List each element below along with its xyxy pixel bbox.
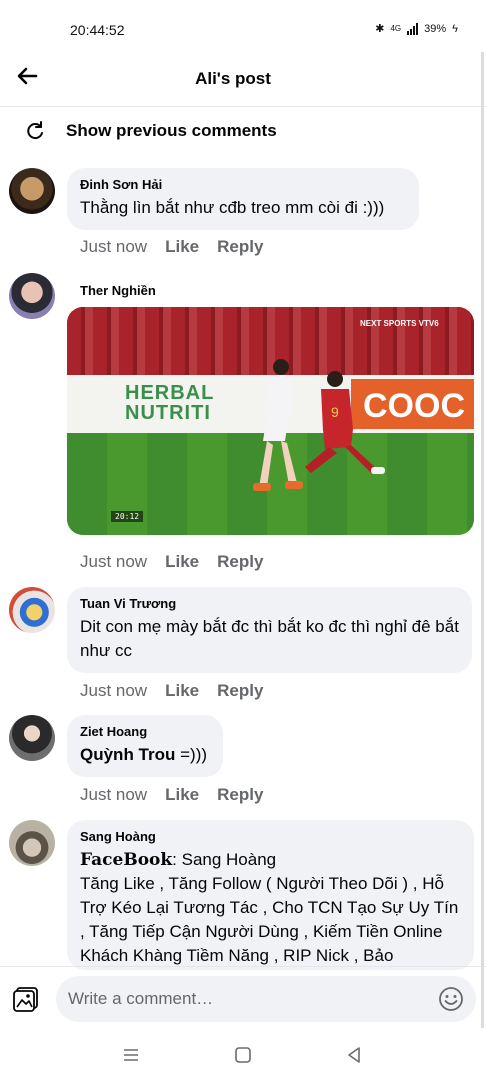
comment-time: Just now: [80, 785, 148, 804]
mentioned-name[interactable]: Quỳnh Trou: [80, 745, 175, 764]
svg-text:9: 9: [331, 404, 339, 420]
comment-actions: Just now Like Reply: [80, 552, 263, 572]
reply-button[interactable]: Reply: [217, 237, 263, 257]
like-button[interactable]: Like: [165, 681, 199, 701]
like-button[interactable]: Like: [165, 552, 199, 572]
avatar[interactable]: [9, 820, 55, 866]
scrollbar[interactable]: [481, 52, 484, 1028]
player-red-icon: 9: [305, 371, 385, 474]
photo-icon[interactable]: [12, 985, 40, 1013]
composer-divider: [0, 966, 486, 967]
video-timestamp: 20:12: [111, 511, 144, 522]
board-text: HERBAL NUTRITI: [125, 382, 215, 424]
show-previous-comments-button[interactable]: Show previous comments: [24, 120, 277, 142]
page-title: Ali's post: [195, 69, 271, 88]
avatar[interactable]: [9, 715, 55, 761]
broadcaster-logo: NEXT SPORTS VTV6: [360, 319, 439, 328]
comment-text: Dit con mẹ mày bắt đc thì bắt ko đc thì …: [80, 617, 459, 660]
comment-text: Quỳnh Trou =))): [80, 745, 208, 764]
comment-author[interactable]: Ziet Hoang: [80, 724, 210, 740]
network-type: 4G: [390, 24, 402, 33]
comment-bubble[interactable]: Đinh Sơn Hải Thằng lìn bắt như cđb treo …: [67, 168, 419, 230]
back-nav-icon[interactable]: [343, 1044, 365, 1066]
comment-author[interactable]: Ther Nghiền: [80, 283, 156, 299]
bluetooth-icon: ✱: [375, 23, 385, 35]
comment-bubble[interactable]: Tuan Vi Trương Dit con mẹ mày bắt đc thì…: [67, 587, 472, 673]
comment-bubble[interactable]: Sang Hoàng FaceBook: Sang Hoàng Tăng Like…: [67, 820, 474, 970]
comment-actions: Just now Like Reply: [80, 237, 263, 257]
show-previous-comments-label: Show previous comments: [66, 121, 277, 140]
comment-time: Just now: [80, 552, 148, 571]
comment-text: FaceBook: Sang Hoàng Tăng Like , Tăng Fol…: [80, 850, 459, 965]
comment-author[interactable]: Tuan Vi Trương: [80, 596, 459, 612]
reply-button[interactable]: Reply: [217, 785, 263, 805]
refresh-icon: [27, 121, 43, 140]
emoji-icon[interactable]: [438, 986, 464, 1012]
comment-author[interactable]: Đinh Sơn Hải: [80, 177, 406, 193]
reply-button[interactable]: Reply: [217, 552, 263, 572]
comment-actions: Just now Like Reply: [80, 681, 263, 701]
avatar[interactable]: [9, 168, 55, 214]
like-button[interactable]: Like: [165, 785, 199, 805]
player-white-icon: [253, 359, 303, 491]
comment-input[interactable]: Write a comment…: [56, 976, 476, 1022]
like-button[interactable]: Like: [165, 237, 199, 257]
signal-icon: [407, 22, 419, 35]
reply-button[interactable]: Reply: [217, 681, 263, 701]
avatar[interactable]: [9, 273, 55, 319]
avatar[interactable]: [9, 587, 55, 633]
battery-level: 39%: [424, 22, 447, 35]
comment-text: Thằng lìn bắt như cđb treo mm còi đi :))…: [80, 198, 385, 217]
comment-time: Just now: [80, 237, 148, 256]
status-time: 20:44:52: [70, 22, 125, 38]
recent-apps-icon[interactable]: [120, 1044, 142, 1066]
comment-author[interactable]: Sang Hoàng: [80, 829, 461, 845]
video-attachment[interactable]: HERBAL NUTRITI COOC 9 NEXT SPORTS VTV6 2…: [67, 307, 474, 535]
charging-icon: ϟ: [452, 22, 458, 35]
home-icon[interactable]: [232, 1044, 254, 1066]
status-icons: ✱ 4G 39% ϟ: [375, 22, 458, 35]
comment-time: Just now: [80, 681, 148, 700]
comment-actions: Just now Like Reply: [80, 785, 263, 805]
comment-bubble[interactable]: Ziet Hoang Quỳnh Trou =))): [67, 715, 223, 777]
